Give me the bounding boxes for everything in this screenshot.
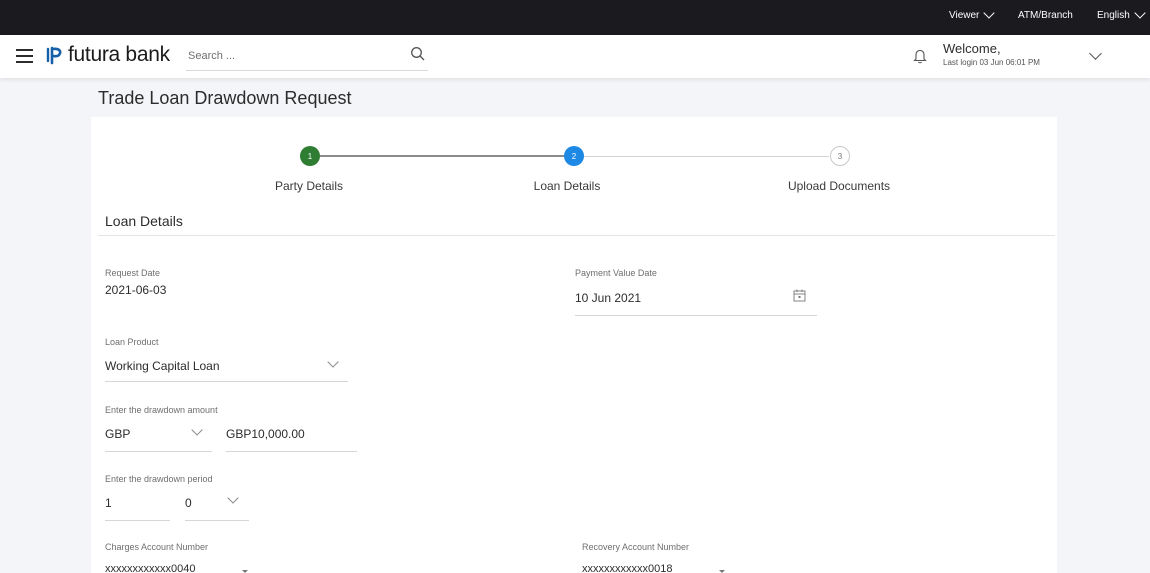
loan-product-select[interactable]: Working Capital Loan [105, 359, 220, 373]
request-date-label: Request Date [105, 268, 161, 278]
drawdown-amount-input[interactable]: GBP10,000.00 [226, 427, 305, 441]
chevron-down-icon [983, 7, 996, 19]
recovery-account-select[interactable]: xxxxxxxxxxxx0018 [582, 563, 672, 573]
section-title: Loan Details [105, 213, 183, 229]
step-circle-3[interactable]: 3 [830, 146, 850, 166]
stepper-connector [582, 156, 829, 157]
payment-value-date-field[interactable]: 10 Jun 2021 [575, 291, 641, 305]
step-circle-2[interactable]: 2 [564, 146, 584, 166]
last-login-text: Last login 03 Jun 06:01 PM [943, 58, 1040, 67]
loan-product-label: Loan Product [105, 337, 159, 347]
chevron-down-icon [1134, 7, 1146, 19]
futura-logo-icon [46, 46, 62, 65]
viewer-label: Viewer [949, 10, 980, 21]
step-label-party-details[interactable]: Party Details [275, 179, 343, 193]
stepper-connector [320, 155, 565, 157]
period-years-input[interactable]: 1 [105, 496, 112, 510]
currency-select[interactable]: GBP [105, 427, 130, 441]
search-box [186, 44, 428, 71]
drawdown-period-label: Enter the drawdown period [105, 474, 213, 484]
amount-underline [226, 451, 357, 452]
charges-account-label: Charges Account Number [105, 542, 209, 552]
request-date-value: 2021-06-03 [105, 283, 167, 297]
logo[interactable]: futura bank [45, 43, 170, 67]
atm-branch-link[interactable]: ATM/Branch [1018, 10, 1073, 21]
calendar-icon[interactable] [793, 289, 806, 302]
currency-underline [105, 451, 212, 452]
period-years-underline [105, 520, 170, 521]
user-welcome[interactable]: Welcome, Last login 03 Jun 06:01 PM [943, 41, 1040, 67]
page-title: Trade Loan Drawdown Request [98, 88, 352, 108]
top-bar: Viewer ATM/Branch English [0, 0, 1150, 35]
hamburger-menu-icon[interactable] [16, 49, 33, 63]
loan-product-underline [105, 381, 348, 382]
search-icon[interactable] [410, 46, 426, 62]
atm-branch-label: ATM/Branch [1018, 10, 1073, 21]
search-input[interactable] [186, 44, 386, 68]
payment-value-date-label: Payment Value Date [575, 268, 657, 278]
language-label: English [1097, 10, 1130, 21]
viewer-menu[interactable]: Viewer [949, 7, 996, 21]
chevron-down-icon[interactable] [1089, 47, 1102, 60]
language-menu[interactable]: English [1097, 7, 1146, 21]
step-label-loan-details[interactable]: Loan Details [534, 179, 601, 193]
step-circle-1[interactable]: 1 [300, 146, 320, 166]
charges-account-select[interactable]: xxxxxxxxxxxx0040 [105, 563, 195, 573]
drawdown-amount-label: Enter the drawdown amount [105, 405, 218, 415]
header: futura bank Welcome, Last login 03 Jun 0… [0, 35, 1150, 78]
recovery-account-label: Recovery Account Number [582, 542, 690, 552]
period-months-underline [185, 520, 249, 521]
period-months-select[interactable]: 0 [185, 496, 192, 510]
welcome-text: Welcome, [943, 41, 1001, 56]
payment-value-date-underline [575, 315, 817, 316]
section-divider [98, 235, 1055, 236]
logo-text: futura bank [68, 43, 170, 66]
bell-icon[interactable] [913, 48, 927, 64]
step-label-upload-documents[interactable]: Upload Documents [788, 179, 890, 193]
